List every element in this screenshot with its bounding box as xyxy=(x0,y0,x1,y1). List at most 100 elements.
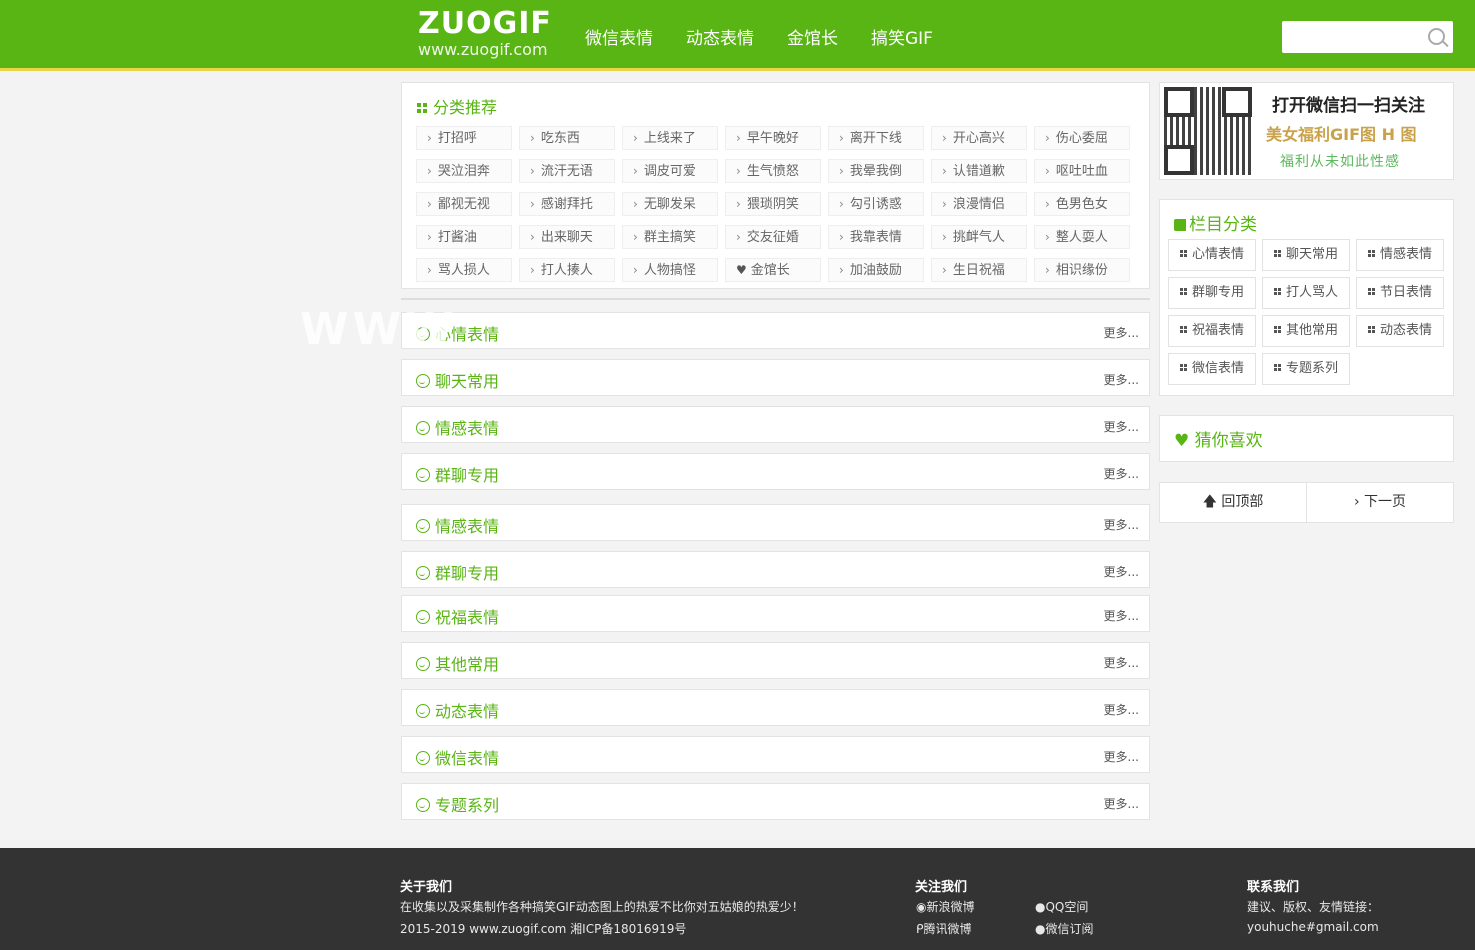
category-tag[interactable]: › 认错道歉 xyxy=(931,159,1027,183)
column-item-label: 动态表情 xyxy=(1379,323,1432,338)
column-item[interactable]: 微信表情 xyxy=(1168,353,1256,385)
category-tag[interactable]: › 早午晚好 xyxy=(725,126,821,150)
section-title[interactable]: 情感表情 xyxy=(416,415,499,439)
contact-email[interactable]: youhuche#gmail.com xyxy=(1247,920,1379,934)
more-link[interactable]: 更多... xyxy=(1104,654,1139,671)
more-link[interactable]: 更多... xyxy=(1104,371,1139,388)
follow-qzone-label: QQ空间 xyxy=(1045,900,1089,914)
column-item[interactable]: 其他常用 xyxy=(1262,315,1350,347)
category-tag[interactable]: › 生气愤怒 xyxy=(725,159,821,183)
category-tag[interactable]: › 人物搞怪 xyxy=(622,258,718,282)
category-tag[interactable]: › 挑衅气人 xyxy=(931,225,1027,249)
section-title[interactable]: 动态表情 xyxy=(416,698,499,722)
category-tag[interactable]: › 吃东西 xyxy=(519,126,615,150)
category-tag[interactable]: › 伤心委屈 xyxy=(1034,126,1130,150)
nav-jinguanzhang[interactable]: 金馆长 xyxy=(787,24,838,49)
column-item[interactable]: 打人骂人 xyxy=(1262,277,1350,309)
chevron-right-icon: › xyxy=(1353,494,1360,510)
column-item[interactable]: 群聊专用 xyxy=(1168,277,1256,309)
category-tag[interactable]: › 交友征婚 xyxy=(725,225,821,249)
nav-dongtai[interactable]: 动态表情 xyxy=(686,24,754,49)
category-tag[interactable]: › 骂人损人 xyxy=(416,258,512,282)
category-tag[interactable]: › 开心高兴 xyxy=(931,126,1027,150)
category-tag[interactable]: › 打招呼 xyxy=(416,126,512,150)
section-row: 动态表情 更多... xyxy=(401,689,1150,726)
category-tag-label: 交友征婚 xyxy=(746,230,799,245)
section-title[interactable]: 聊天常用 xyxy=(416,368,499,392)
more-link[interactable]: 更多... xyxy=(1104,516,1139,533)
category-tag[interactable]: › 我靠表情 xyxy=(828,225,924,249)
follow-weibo[interactable]: ◉新浪微博 xyxy=(916,898,975,915)
category-tag[interactable]: › 猥琐阴笑 xyxy=(725,192,821,216)
category-tag[interactable]: › 整人耍人 xyxy=(1034,225,1130,249)
category-tag-label: 流汗无语 xyxy=(540,164,593,179)
section-title[interactable]: 情感表情 xyxy=(416,513,499,537)
category-tag-label: 呕吐吐血 xyxy=(1055,164,1108,179)
category-tag-label: 出来聊天 xyxy=(540,230,593,245)
category-tag[interactable]: › 上线来了 xyxy=(622,126,718,150)
column-item[interactable]: 心情表情 xyxy=(1168,239,1256,271)
site-logo[interactable]: ZUOGIF www.zuogif.com xyxy=(418,8,552,59)
category-tag[interactable]: › 打酱油 xyxy=(416,225,512,249)
category-tag[interactable]: › 出来聊天 xyxy=(519,225,615,249)
more-link[interactable]: 更多... xyxy=(1104,465,1139,482)
column-item[interactable]: 节日表情 xyxy=(1356,277,1444,309)
category-tag[interactable]: › 无聊发呆 xyxy=(622,192,718,216)
more-link[interactable]: 更多... xyxy=(1104,324,1139,341)
column-item[interactable]: 祝福表情 xyxy=(1168,315,1256,347)
category-tag[interactable]: › 加油鼓励 xyxy=(828,258,924,282)
section-title[interactable]: 群聊专用 xyxy=(416,560,499,584)
category-tag[interactable]: › 感谢拜托 xyxy=(519,192,615,216)
column-item[interactable]: 专题系列 xyxy=(1262,353,1350,385)
category-tag[interactable]: › 离开下线 xyxy=(828,126,924,150)
column-category-panel: 栏目分类 心情表情 聊天常用 情感表情 群聊专用 打人骂人 节日表情 祝福表情 其他常用 动态表… xyxy=(1159,199,1454,396)
category-tag[interactable]: › 我晕我倒 xyxy=(828,159,924,183)
section-title[interactable]: 微信表情 xyxy=(416,745,499,769)
category-tag-label: 打酱油 xyxy=(437,230,477,245)
more-link[interactable]: 更多... xyxy=(1104,701,1139,718)
search-icon[interactable] xyxy=(1428,28,1445,45)
next-page-button[interactable]: › 下一页 xyxy=(1307,483,1453,522)
category-tag[interactable]: › 浪漫情侣 xyxy=(931,192,1027,216)
category-tag[interactable]: › 勾引诱惑 xyxy=(828,192,924,216)
category-tag[interactable]: › 生日祝福 xyxy=(931,258,1027,282)
more-link[interactable]: 更多... xyxy=(1104,607,1139,624)
section-title[interactable]: 祝福表情 xyxy=(416,604,499,628)
more-link[interactable]: 更多... xyxy=(1104,748,1139,765)
section-row: 专题系列 更多... xyxy=(401,783,1150,820)
section-title[interactable]: 群聊专用 xyxy=(416,462,499,486)
category-tag[interactable]: › 相识缘份 xyxy=(1034,258,1130,282)
chevron-right-icon: › xyxy=(839,230,844,244)
site-footer: 关于我们 在收集以及采集制作各种搞笑GIF动态图上的热爱不比你对五姑娘的热爱少！… xyxy=(0,848,1475,950)
category-recommend-panel: 分类推荐 › 打招呼 › 吃东西 › 上线来了 › 早午晚好 › 离开下线 › 开心高兴 › 伤心委屈 › 哭… xyxy=(401,82,1150,289)
nav-gaoxiao[interactable]: 搞笑GIF xyxy=(871,24,933,49)
category-tag[interactable]: › 哭泣泪奔 xyxy=(416,159,512,183)
nav-weixin[interactable]: 微信表情 xyxy=(585,24,653,49)
section-title[interactable]: 专题系列 xyxy=(416,792,499,816)
column-item[interactable]: 情感表情 xyxy=(1356,239,1444,271)
category-tag[interactable]: › 调皮可爱 xyxy=(622,159,718,183)
category-tag[interactable]: › 色男色女 xyxy=(1034,192,1130,216)
more-link[interactable]: 更多... xyxy=(1104,418,1139,435)
category-tag[interactable]: ♥ 金馆长 xyxy=(725,258,821,282)
category-tag[interactable]: › 流汗无语 xyxy=(519,159,615,183)
category-tag-label: 生日祝福 xyxy=(952,263,1005,278)
more-link[interactable]: 更多... xyxy=(1104,795,1139,812)
category-tag[interactable]: › 呕吐吐血 xyxy=(1034,159,1130,183)
follow-wechat[interactable]: ●微信订阅 xyxy=(1035,920,1094,937)
section-title[interactable]: 心情表情 xyxy=(416,321,499,345)
chevron-right-icon: › xyxy=(427,197,432,211)
follow-tencent-weibo[interactable]: ᑭ腾讯微博 xyxy=(916,920,972,937)
follow-qzone[interactable]: ●QQ空间 xyxy=(1035,898,1088,915)
category-tag[interactable]: › 打人揍人 xyxy=(519,258,615,282)
category-tag[interactable]: › 群主搞笑 xyxy=(622,225,718,249)
column-item-label: 情感表情 xyxy=(1379,247,1432,262)
back-top-button[interactable]: 🡅 回顶部 xyxy=(1160,483,1307,522)
divider xyxy=(401,298,1150,300)
more-link[interactable]: 更多... xyxy=(1104,563,1139,580)
search-input[interactable] xyxy=(1288,25,1422,51)
section-title[interactable]: 其他常用 xyxy=(416,651,499,675)
column-item[interactable]: 聊天常用 xyxy=(1262,239,1350,271)
category-tag[interactable]: › 鄙视无视 xyxy=(416,192,512,216)
column-item[interactable]: 动态表情 xyxy=(1356,315,1444,347)
